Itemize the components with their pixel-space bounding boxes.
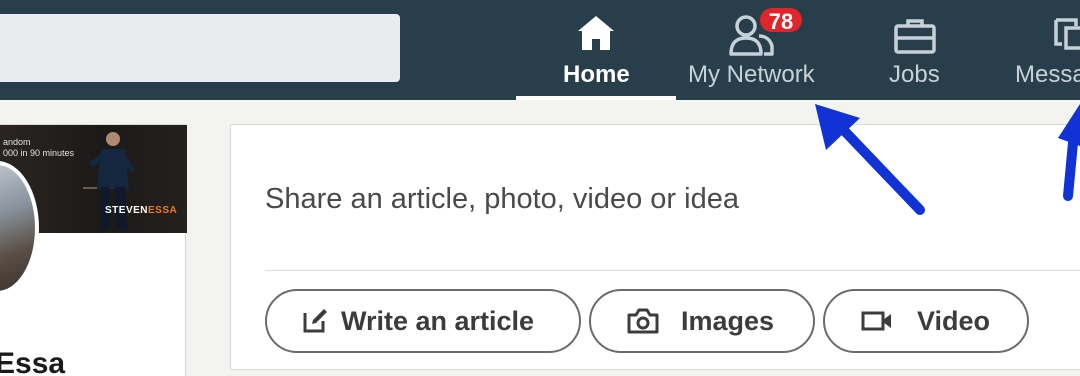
camera-icon xyxy=(627,308,659,334)
nav-messaging[interactable]: Messa xyxy=(1010,0,1080,100)
nav-messaging-label: Messa xyxy=(1015,61,1080,88)
profile-name[interactable]: Essa xyxy=(0,347,65,376)
write-article-label: Write an article xyxy=(341,305,535,336)
video-label: Video xyxy=(917,305,991,336)
nav-my-network[interactable]: My Network xyxy=(680,0,830,100)
share-prompt-input[interactable]: Share an article, photo, video or idea xyxy=(265,183,739,216)
nav-home-label: Home xyxy=(563,61,630,88)
banner-brand-logo: STEVENESSA xyxy=(105,205,178,216)
nav-my-network-label: My Network xyxy=(688,61,815,88)
top-nav-bar: Home My Network 78 Jobs Messa xyxy=(0,0,1080,100)
share-box: Share an article, photo, video or idea W… xyxy=(230,124,1080,370)
nav-jobs-label: Jobs xyxy=(889,61,940,88)
images-button[interactable]: Images xyxy=(589,289,815,353)
notification-badge: 78 xyxy=(758,6,804,34)
video-icon xyxy=(861,311,891,331)
search-input[interactable] xyxy=(0,14,400,82)
edit-icon xyxy=(303,309,327,333)
video-button[interactable]: Video xyxy=(823,289,1029,353)
briefcase-icon xyxy=(894,19,936,54)
active-tab-indicator xyxy=(516,96,676,100)
banner-text-line-2: 000 in 90 minutes xyxy=(3,148,75,158)
home-icon xyxy=(578,16,614,50)
nav-home[interactable]: Home xyxy=(516,0,676,100)
share-divider xyxy=(265,270,1080,271)
images-label: Images xyxy=(681,305,775,336)
messaging-icon xyxy=(1054,18,1080,50)
banner-text-line-1: andom xyxy=(3,137,31,147)
write-article-button[interactable]: Write an article xyxy=(265,289,581,353)
nav-jobs[interactable]: Jobs xyxy=(870,0,962,100)
profile-card[interactable]: andom 000 in 90 minutes STEVENESSA Essa xyxy=(0,124,187,376)
